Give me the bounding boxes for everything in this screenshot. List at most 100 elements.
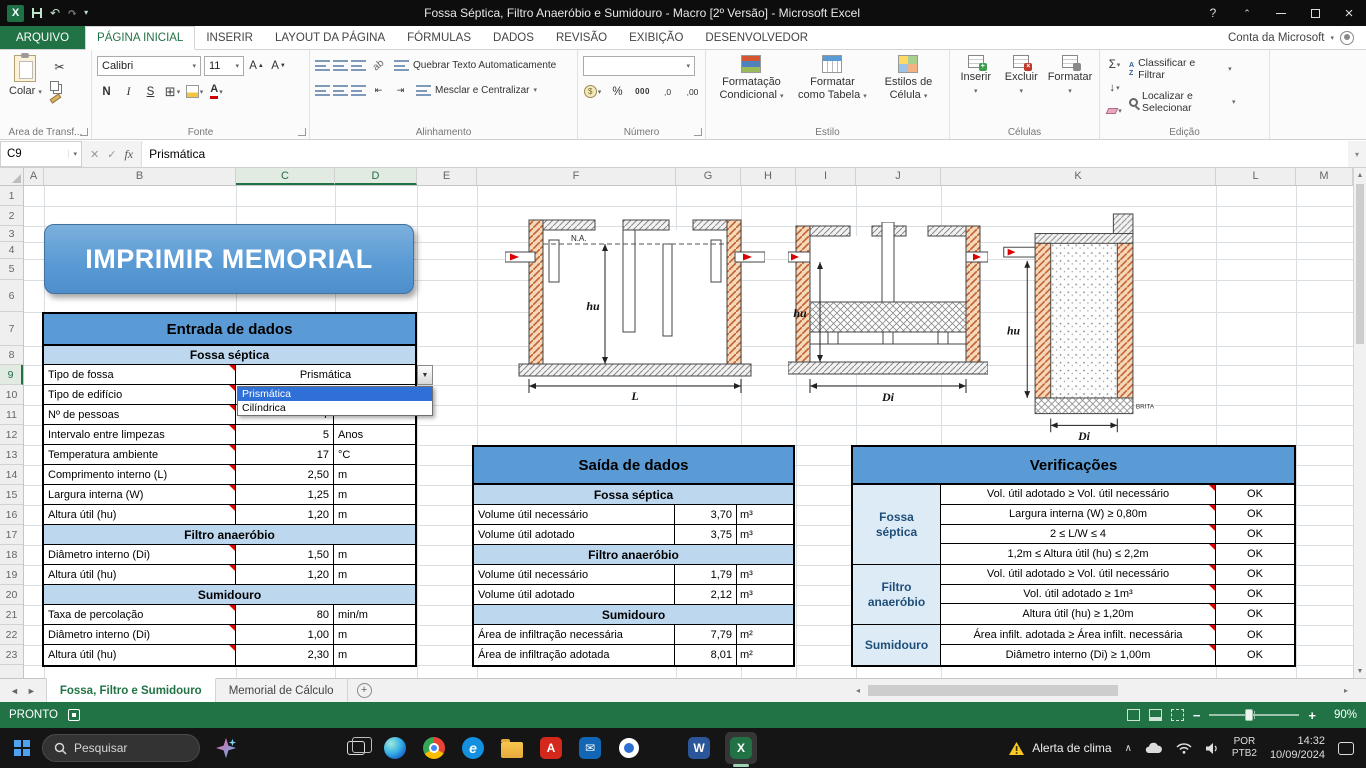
cell-label[interactable]: Volume útil adotado [474, 585, 675, 604]
help-button[interactable]: ? [1196, 0, 1230, 26]
check-cell[interactable]: Área infilt. adotada ≥ Área infilt. nece… [941, 625, 1216, 644]
cell-unit[interactable]: min/m [334, 605, 415, 624]
save-icon[interactable] [31, 7, 43, 19]
clear-button[interactable]: ▾ [1105, 101, 1124, 120]
italic-button[interactable]: I [119, 82, 138, 101]
tray-chevron-icon[interactable]: ∧ [1125, 743, 1132, 754]
zoom-slider[interactable] [1209, 709, 1300, 721]
horizontal-scroll-thumb[interactable] [868, 685, 1119, 696]
scroll-left-icon[interactable]: ◂ [852, 686, 864, 695]
row-header-13[interactable]: 13 [0, 445, 23, 465]
entrada-sub-fossa[interactable]: Fossa séptica [44, 346, 415, 365]
cell-label[interactable]: Volume útil adotado [474, 525, 675, 544]
scroll-up-icon[interactable]: ▲ [1354, 168, 1366, 182]
cell-styles-button[interactable]: Estilos de Célula ▾ [873, 53, 944, 124]
format-cells-button[interactable]: Formatar ▾ [1046, 53, 1094, 124]
expand-formula-bar-icon[interactable]: ▾ [1348, 141, 1366, 167]
cell-value[interactable]: 1,20 [236, 505, 334, 524]
cell-unit[interactable]: m [334, 465, 415, 484]
check-cell[interactable]: Diâmetro interno (Di) ≥ 1,00m [941, 645, 1216, 665]
cell-value[interactable]: 3,75 [675, 525, 737, 544]
excel-app-icon[interactable]: X [7, 4, 24, 22]
language-indicator[interactable]: POR PTB2 [1232, 736, 1257, 761]
orientation-button[interactable]: ab [369, 56, 388, 75]
column-header-L[interactable]: L [1216, 168, 1296, 185]
increase-indent-icon[interactable]: ⇥ [391, 81, 410, 100]
cell-unit[interactable]: m [334, 485, 415, 504]
row-header-4[interactable]: 4 [0, 242, 23, 259]
view-page-layout-icon[interactable] [1148, 709, 1162, 721]
start-button[interactable] [14, 740, 30, 756]
zoom-in-button[interactable]: + [1308, 708, 1316, 723]
diagram-filtro-anaerobio[interactable]: hu Di [788, 222, 988, 404]
dropdown-option-prismatica[interactable]: Prismática [238, 387, 432, 401]
cell-label[interactable]: Altura útil (hu) [44, 565, 236, 584]
wifi-icon[interactable] [1176, 742, 1192, 754]
zoom-level[interactable]: 90% [1325, 709, 1357, 721]
verificacoes-title[interactable]: Verificações [853, 447, 1294, 485]
cell-unit[interactable]: Anos [334, 425, 415, 444]
cell-value[interactable]: 1,25 [236, 485, 334, 504]
row-header-15[interactable]: 15 [0, 485, 23, 505]
row-header-14[interactable]: 14 [0, 465, 23, 485]
column-header-K[interactable]: K [941, 168, 1216, 185]
cell-value[interactable]: 1,79 [675, 565, 737, 584]
row-header-9[interactable]: 9 [0, 365, 23, 385]
dropdown-option-cilindrica[interactable]: Cilíndrica [238, 401, 432, 415]
name-box[interactable]: C9 ▾ [0, 141, 82, 167]
saida-sub-fossa[interactable]: Fossa séptica [474, 485, 793, 505]
shrink-font-button[interactable]: A ▼ [269, 57, 288, 76]
weather-alert[interactable]: Alerta de clima [1008, 741, 1112, 756]
cell-unit[interactable]: m [334, 625, 415, 644]
paste-button[interactable]: Colar ▾ [5, 53, 46, 101]
cell-label[interactable]: Temperatura ambiente [44, 445, 236, 464]
cell-label[interactable]: Nº de pessoas [44, 405, 236, 424]
cell-value[interactable]: 3,70 [675, 505, 737, 524]
column-header-I[interactable]: I [796, 168, 856, 185]
browser-icon[interactable]: e [460, 735, 486, 761]
cell-value[interactable]: 8,01 [675, 645, 737, 665]
status-badge[interactable]: OK [1216, 485, 1294, 504]
print-memorial-button[interactable]: IMPRIMIR MEMORIAL [44, 224, 414, 294]
sheet-tab-fossa[interactable]: Fossa, Filtro e Sumidouro [45, 678, 216, 702]
cell-unit[interactable]: m² [737, 645, 793, 665]
cell-label[interactable]: Taxa de percolação [44, 605, 236, 624]
saida-sub-sumidouro[interactable]: Sumidouro [474, 605, 793, 625]
cell-unit[interactable]: m [334, 545, 415, 564]
sheet-nav-left-icon[interactable]: ◄ [10, 686, 19, 696]
saida-title[interactable]: Saída de dados [474, 447, 793, 485]
find-select-button[interactable]: Localizar e Selecionar ▾ [1126, 89, 1239, 116]
column-header-G[interactable]: G [676, 168, 741, 185]
cell-label[interactable]: Largura interna (W) [44, 485, 236, 504]
macro-record-icon[interactable] [68, 709, 80, 721]
copilot-icon[interactable] [213, 735, 239, 761]
percent-format-button[interactable]: % [608, 82, 627, 101]
decrease-indent-icon[interactable]: ⇤ [369, 81, 388, 100]
tab-file[interactable]: ARQUIVO [0, 26, 86, 49]
group-filtro-anaerobio[interactable]: Filtro anaeróbio [853, 565, 941, 624]
wrap-text-button[interactable]: Quebrar Texto Automaticamente [391, 58, 559, 73]
column-header-C[interactable]: C [236, 168, 335, 185]
cell-value[interactable]: 1,00 [236, 625, 334, 644]
status-badge[interactable]: OK [1216, 604, 1294, 624]
vertical-scrollbar[interactable]: ▲ ▼ [1353, 168, 1366, 678]
fill-color-button[interactable]: ▾ [185, 82, 204, 101]
check-cell[interactable]: 2 ≤ L/W ≤ 4 [941, 524, 1216, 544]
diagram-sumidouro[interactable]: BRITA hu Di [1002, 212, 1167, 442]
tab-page-layout[interactable]: LAYOUT DA PÁGINA [264, 26, 396, 49]
enter-icon[interactable]: ✓ [107, 148, 116, 161]
align-right-icon[interactable] [351, 85, 366, 96]
delete-cells-button[interactable]: × Excluir ▾ [1001, 53, 1043, 124]
check-cell[interactable]: Vol. útil adotado ≥ 1m³ [941, 584, 1216, 604]
copy-icon[interactable] [49, 81, 59, 91]
entrada-title[interactable]: Entrada de dados [44, 314, 415, 346]
status-badge[interactable]: OK [1216, 505, 1294, 524]
view-page-break-icon[interactable] [1170, 709, 1184, 721]
cell-unit[interactable]: m³ [737, 505, 793, 524]
vertical-scroll-thumb[interactable] [1356, 184, 1364, 344]
conditional-formatting-button[interactable]: Formatação Condicional ▾ [711, 53, 792, 124]
cell-label[interactable]: Diâmetro interno (Di) [44, 545, 236, 564]
insert-cells-button[interactable]: + Inserir ▾ [955, 53, 997, 124]
app-icon[interactable] [616, 735, 642, 761]
cell-unit[interactable]: m² [737, 625, 793, 644]
